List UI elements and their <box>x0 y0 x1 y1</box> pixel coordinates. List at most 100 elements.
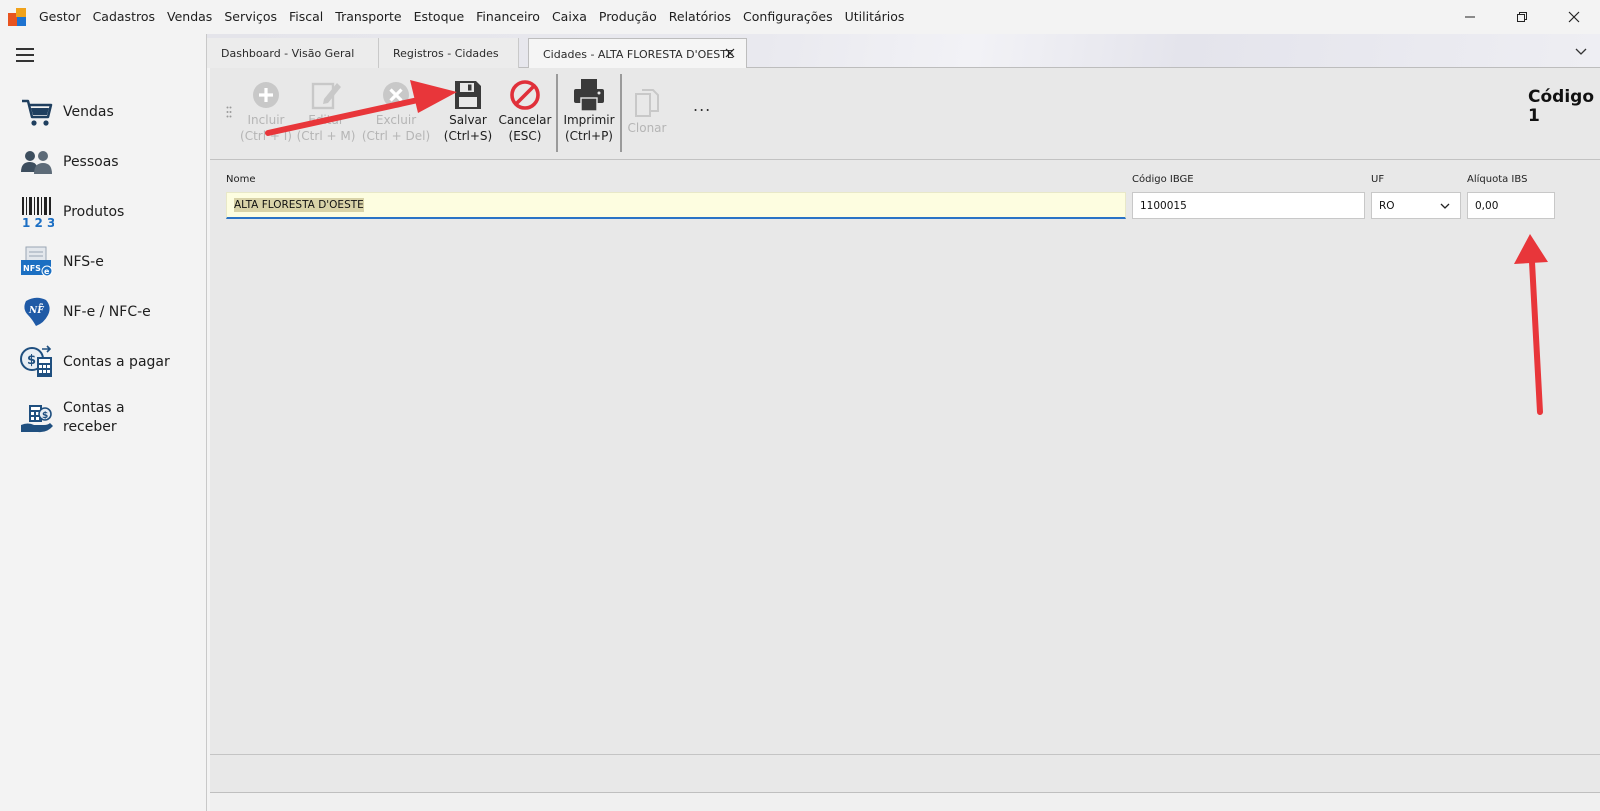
svg-text:NFS: NFS <box>23 264 41 273</box>
salvar-button[interactable]: Salvar (Ctrl+S) <box>443 78 493 144</box>
imprimir-button[interactable]: Imprimir (Ctrl+P) <box>562 78 616 144</box>
tab-bar: Dashboard - Visão Geral Registros - Cida… <box>207 34 1600 69</box>
hand-money-icon: $ <box>20 401 54 435</box>
nfe-icon: NF e <box>20 295 54 329</box>
menu-transporte[interactable]: Transporte <box>329 0 407 34</box>
menu-vendas[interactable]: Vendas <box>161 0 218 34</box>
save-icon <box>451 78 485 112</box>
tab-label: Dashboard - Visão Geral <box>221 46 355 60</box>
incluir-label: Incluir <box>247 113 285 127</box>
printer-icon <box>572 78 606 112</box>
nome-label: Nome <box>226 174 256 185</box>
window-controls <box>1444 0 1600 34</box>
menu-producao[interactable]: Produção <box>593 0 663 34</box>
edit-icon <box>309 78 343 112</box>
uf-label: UF <box>1371 174 1385 185</box>
sidebar-item-label: Produtos <box>63 203 125 220</box>
close-tab-icon[interactable] <box>724 47 736 59</box>
editar-label: Editar <box>308 113 344 127</box>
excluir-label: Excluir <box>375 113 417 127</box>
sidebar-item-produtos[interactable]: 1 2 3 Produtos <box>0 187 207 237</box>
excluir-shortcut: (Ctrl + Del) <box>361 129 431 143</box>
menu-gestor[interactable]: Gestor <box>33 0 87 34</box>
sidebar-item-nfe[interactable]: NF e NF-e / NFC-e <box>0 287 207 337</box>
incluir-button[interactable]: Incluir (Ctrl + I) <box>240 78 292 144</box>
bottom-edge <box>210 792 1600 811</box>
restore-button[interactable] <box>1496 0 1548 34</box>
calculator-money-icon: $ <box>20 345 54 379</box>
sidebar-item-contas-pagar[interactable]: $ Contas a pagar <box>0 337 207 387</box>
aliquota-ibs-value: 0,00 <box>1475 199 1499 212</box>
status-bar <box>210 754 1600 792</box>
close-window-button[interactable] <box>1548 0 1600 34</box>
chevron-down-icon[interactable] <box>1574 44 1588 58</box>
uf-value: RO <box>1379 199 1395 212</box>
delete-circle-icon <box>379 78 413 112</box>
nome-field[interactable]: ALTA FLORESTA D'OESTE <box>226 192 1126 219</box>
editar-shortcut: (Ctrl + M) <box>296 129 356 143</box>
svg-text:e: e <box>39 301 43 309</box>
minimize-button[interactable] <box>1444 0 1496 34</box>
copy-icon <box>630 86 664 120</box>
aliquota-ibs-label: Alíquota IBS <box>1467 174 1528 185</box>
menu-servicos[interactable]: Serviços <box>218 0 283 34</box>
codigo-label: Código <box>1528 87 1594 107</box>
grip-handle-icon[interactable] <box>226 106 232 118</box>
sidebar-item-label: Pessoas <box>63 153 119 170</box>
menu-estoque[interactable]: Estoque <box>408 0 471 34</box>
svg-text:e: e <box>44 267 50 276</box>
sidebar-item-label: NF-e / NFC-e <box>63 303 151 320</box>
sidebar-item-nfse[interactable]: NFS e NFS-e <box>0 237 207 287</box>
uf-select[interactable]: RO <box>1371 192 1461 219</box>
sidebar-item-label: Contas a receber <box>63 400 125 435</box>
hamburger-menu-icon[interactable] <box>16 48 34 62</box>
codigo-display: Código 1 <box>1528 88 1594 126</box>
codigo-value: 1 <box>1528 106 1540 126</box>
svg-text:$: $ <box>42 411 48 421</box>
minimize-icon <box>1465 16 1475 18</box>
sidebar: Vendas Pessoas 1 2 3 Produtos NFS e NFS-… <box>0 34 207 811</box>
title-bar: Gestor Cadastros Vendas Serviços Fiscal … <box>0 0 1600 34</box>
menu-utilitarios[interactable]: Utilitários <box>839 0 911 34</box>
imprimir-label: Imprimir <box>563 113 615 127</box>
tab-label: Registros - Cidades <box>393 46 499 60</box>
more-options-button[interactable]: ... <box>693 96 711 115</box>
chevron-down-icon <box>1440 203 1450 209</box>
tab-cidades-alta-floresta[interactable]: Cidades - ALTA FLORESTA D'OESTE <box>528 38 747 69</box>
people-icon <box>20 145 54 179</box>
sidebar-item-label: NFS-e <box>63 253 104 270</box>
sidebar-item-pessoas[interactable]: Pessoas <box>0 137 207 187</box>
salvar-label: Salvar <box>449 113 487 127</box>
menu-relatorios[interactable]: Relatórios <box>663 0 737 34</box>
salvar-shortcut: (Ctrl+S) <box>443 129 493 143</box>
menu-caixa[interactable]: Caixa <box>546 0 593 34</box>
close-icon <box>1568 11 1580 23</box>
tab-registros-cidades[interactable]: Registros - Cidades <box>379 38 519 68</box>
clonar-button[interactable]: Clonar <box>626 86 668 136</box>
menu-cadastros[interactable]: Cadastros <box>87 0 161 34</box>
sidebar-item-contas-receber[interactable]: $ Contas a receber <box>0 387 207 449</box>
main-content: Incluir (Ctrl + I) Editar (Ctrl + M) Exc… <box>210 68 1600 811</box>
tab-dashboard[interactable]: Dashboard - Visão Geral <box>207 38 379 68</box>
main-menu: Gestor Cadastros Vendas Serviços Fiscal … <box>33 0 910 34</box>
menu-financeiro[interactable]: Financeiro <box>470 0 546 34</box>
sidebar-item-vendas[interactable]: Vendas <box>0 87 207 137</box>
app-logo-icon <box>8 8 26 26</box>
clonar-label: Clonar <box>627 121 667 135</box>
sidebar-item-label: Contas a pagar <box>63 353 170 370</box>
cancelar-button[interactable]: Cancelar (ESC) <box>499 78 551 144</box>
nfse-icon: NFS e <box>20 245 54 279</box>
codigo-ibge-field[interactable]: 1100015 <box>1132 192 1365 219</box>
codigo-ibge-value: 1100015 <box>1140 199 1187 212</box>
menu-configuracoes[interactable]: Configurações <box>737 0 839 34</box>
aliquota-ibs-field[interactable]: 0,00 <box>1467 192 1555 219</box>
imprimir-shortcut: (Ctrl+P) <box>564 129 613 143</box>
incluir-shortcut: (Ctrl + I) <box>240 129 292 143</box>
cancelar-shortcut: (ESC) <box>508 129 542 143</box>
menu-fiscal[interactable]: Fiscal <box>283 0 329 34</box>
excluir-button[interactable]: Excluir (Ctrl + Del) <box>361 78 431 144</box>
cancel-icon <box>508 78 542 112</box>
editar-button[interactable]: Editar (Ctrl + M) <box>296 78 356 144</box>
svg-text:$: $ <box>27 353 36 368</box>
nome-value: ALTA FLORESTA D'OESTE <box>234 198 364 212</box>
